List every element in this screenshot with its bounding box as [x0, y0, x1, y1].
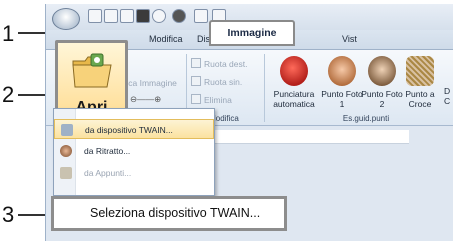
menu-item-da-dispositivo-twain[interactable]: da dispositivo TWAIN...	[54, 119, 214, 139]
menu-item-label: da Appunti...	[84, 168, 132, 178]
modifica-immagine-command[interactable]: fica Immagine	[124, 78, 177, 88]
group-label-esguid: Es.guid.punti	[342, 114, 390, 123]
punciatura-automatica-label: Punciatura automatica	[273, 89, 315, 109]
punto-foto-2-label: Punto Foto 2	[361, 89, 403, 109]
menu-item-label: da Ritratto...	[84, 146, 131, 156]
elimina-label: Elimina	[204, 95, 232, 105]
application-button-icon[interactable]	[52, 8, 80, 30]
tab-modifica[interactable]: Modifica	[149, 34, 183, 44]
gear-icon[interactable]	[152, 9, 166, 23]
screenshot-stage: 1 2 3 Modifica Disposizione Vist fica Im…	[0, 0, 453, 241]
punto-foto-1-label: Punto Foto 1	[321, 89, 363, 109]
trailing-c: C	[444, 96, 451, 106]
open-file-icon[interactable]	[104, 9, 118, 23]
tab-immagine[interactable]: Immagine	[209, 20, 295, 46]
menu-item-label: da dispositivo TWAIN...	[85, 125, 173, 135]
punto-a-croce-label: Punto a Croce	[405, 89, 435, 109]
seleziona-dispositivo-twain-item[interactable]: Seleziona dispositivo TWAIN...	[51, 196, 287, 231]
trailing-d: D	[444, 86, 451, 96]
portrait-photo-icon	[328, 56, 356, 86]
apple-icon	[280, 56, 308, 86]
stop-icon[interactable]	[136, 9, 150, 23]
rotate-left-icon	[191, 76, 201, 86]
save-icon[interactable]	[120, 9, 134, 23]
folder-open-icon	[72, 53, 112, 88]
punciatura-automatica-button[interactable]: Punciatura automatica	[272, 56, 316, 109]
ruota-dest-label: Ruota dest.	[204, 59, 248, 69]
menu-item-da-appunti[interactable]: da Appunti...	[54, 163, 214, 183]
clipboard-icon	[60, 167, 72, 179]
portrait-photo-2-icon	[368, 56, 396, 86]
settings-icon[interactable]	[172, 9, 186, 23]
ruota-dest-button[interactable]: Ruota dest.	[191, 58, 247, 69]
punto-foto-1-button[interactable]: Punto Foto 1	[320, 56, 364, 109]
trailing-button-label[interactable]: DC	[444, 86, 450, 106]
callout-2: 2	[2, 82, 15, 107]
group-separator	[264, 54, 265, 122]
callout-3: 3	[2, 202, 15, 227]
callout-1: 1	[2, 21, 15, 46]
zoom-slider[interactable]: ⊖——⊕	[130, 94, 161, 105]
cross-stitch-icon	[406, 56, 434, 86]
punto-a-croce-button[interactable]: Punto a Croce	[398, 56, 442, 109]
elimina-button[interactable]: Elimina	[191, 94, 232, 105]
tab-visualizza[interactable]: Vist	[342, 34, 357, 44]
scanner-icon	[61, 124, 73, 136]
portrait-icon	[60, 145, 72, 157]
apri-dropdown-menu: da dispositivo TWAIN... da Ritratto... d…	[53, 108, 215, 196]
rotate-right-icon	[191, 58, 201, 68]
delete-icon	[191, 94, 201, 104]
menu-item-da-ritratto[interactable]: da Ritratto...	[54, 141, 214, 161]
new-file-icon[interactable]	[88, 9, 102, 23]
ruota-sin-button[interactable]: Ruota sin.	[191, 76, 242, 87]
ruota-sin-label: Ruota sin.	[204, 77, 243, 87]
undo-icon[interactable]	[194, 9, 208, 23]
